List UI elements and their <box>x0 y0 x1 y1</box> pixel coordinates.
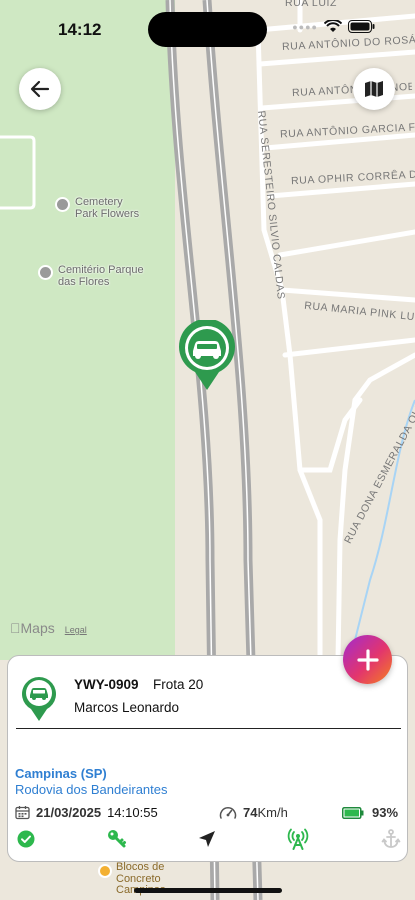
anchor-button[interactable] <box>380 828 402 850</box>
wifi-icon <box>324 20 342 32</box>
anchor-icon <box>381 829 401 848</box>
status-time: 14:12 <box>58 20 102 39</box>
battery-readout: 93% <box>342 805 398 820</box>
speed-value: 74 <box>243 805 258 820</box>
battery-value: 93% <box>372 805 399 820</box>
vehicle-info-panel[interactable]: YWY-0909 Frota 20 Marcos Leonardo Campin… <box>7 655 408 862</box>
battery-icon <box>342 806 364 819</box>
update-time: 14:10:55 <box>107 805 158 820</box>
cellular-dots-icon: ●●●● <box>292 21 318 32</box>
speedometer-icon <box>219 807 237 819</box>
poi-cemetery[interactable]: Cemetery Park Flowers <box>55 196 139 220</box>
location-road[interactable]: Rodovia dos Bandeirantes <box>15 782 168 797</box>
battery-status-icon <box>348 20 375 33</box>
store-icon <box>98 864 112 878</box>
map-mode-button[interactable] <box>353 68 395 110</box>
poi-label: Park Flowers <box>75 208 140 220</box>
poi-label: Cemitério Parque <box>58 264 144 276</box>
cemetery-icon <box>55 197 70 212</box>
driver-name: Marcos Leonardo <box>74 700 180 715</box>
car-pin-icon[interactable] <box>178 320 236 392</box>
poi-label: das Flores <box>58 276 110 288</box>
ignition-button[interactable] <box>106 828 128 850</box>
update-date: 21/03/2025 <box>36 805 102 820</box>
poi-label: Blocos de <box>116 861 165 873</box>
arrow-left-icon <box>30 80 50 98</box>
maps-logo: Maps <box>10 620 55 636</box>
back-button[interactable] <box>19 68 61 110</box>
home-indicator[interactable] <box>134 888 282 893</box>
speed-unit: Km/h <box>257 805 288 820</box>
signal-button[interactable] <box>287 828 309 850</box>
location-arrow-icon <box>199 831 215 847</box>
action-bar <box>8 824 407 854</box>
divider <box>16 728 401 729</box>
antenna-icon <box>287 828 309 850</box>
plus-icon <box>356 648 379 671</box>
map-icon <box>365 81 383 97</box>
vehicle-plate: YWY-0909 <box>74 677 139 692</box>
check-circle-icon <box>17 830 35 848</box>
add-button[interactable] <box>343 635 392 684</box>
poi-cemiterio[interactable]: Cemitério Parque das Flores <box>38 264 144 288</box>
vehicle-fleet: Frota 20 <box>153 677 204 692</box>
last-update: 21/03/2025 14:10:55 <box>15 805 158 820</box>
key-icon <box>108 830 126 848</box>
navigate-button[interactable] <box>196 828 218 850</box>
poi-label: Cemetery <box>75 196 123 208</box>
legal-link[interactable]: Legal <box>65 625 87 635</box>
dynamic-island <box>148 12 267 47</box>
location-city[interactable]: Campinas (SP) <box>15 766 107 781</box>
speed-readout: 74Km/h <box>219 805 288 820</box>
calendar-icon <box>15 806 30 820</box>
car-pin-icon <box>22 677 57 721</box>
cemetery-icon <box>38 265 53 280</box>
status-bar: 14:12 ●●●● <box>0 0 415 56</box>
status-button[interactable] <box>15 828 37 850</box>
map-attribution: Maps Legal <box>10 620 87 636</box>
